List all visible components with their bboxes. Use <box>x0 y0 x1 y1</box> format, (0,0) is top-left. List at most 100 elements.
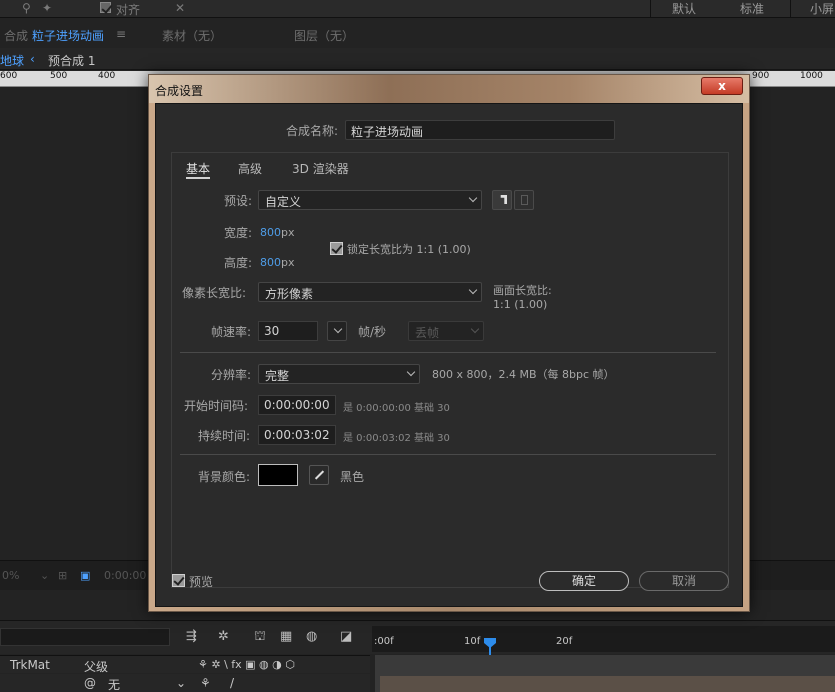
back-arrow-icon[interactable]: ‹ <box>30 52 35 66</box>
ok-button[interactable]: 确定 <box>539 571 629 591</box>
pixel-aspect-select[interactable]: 方形像素 <box>258 282 482 302</box>
duration-note: 是 0:00:03:02 基础 30 <box>343 433 450 444</box>
comp-name-input[interactable]: 粒子进场动画 <box>345 120 615 140</box>
fps-dropdown[interactable] <box>327 321 347 341</box>
motion-blur-icon[interactable]: ◍ <box>306 629 317 644</box>
panel-tab-bar: 合成 粒子进场动画 ≡ 素材（无） 图层（无） <box>0 22 835 46</box>
start-timecode-label: 开始时间码: <box>184 399 249 413</box>
layer-quality-switch-icon[interactable]: / <box>230 676 234 690</box>
parent-dropdown[interactable]: 无 <box>108 676 120 692</box>
tab-3d-renderer[interactable]: 3D 渲染器 <box>292 160 349 177</box>
comp-name-label: 合成名称: <box>286 124 339 138</box>
parent-pickwhip-icon[interactable]: @ <box>84 676 96 690</box>
ruler-label: 900 <box>752 71 770 81</box>
height-value[interactable]: 800 <box>260 256 281 269</box>
tab-layer[interactable]: 图层（无） <box>294 27 354 44</box>
shy-layers-icon[interactable]: ⛫ <box>254 629 266 646</box>
width-value[interactable]: 800 <box>260 226 281 239</box>
timeline-search-input[interactable] <box>0 628 170 646</box>
panel-menu-icon[interactable]: ≡ <box>116 27 126 41</box>
tab-advanced[interactable]: 高级 <box>238 160 262 177</box>
time-tick-label: 10f <box>464 636 481 647</box>
fps-unit: 帧/秒 <box>358 325 387 339</box>
width-label: 宽度: <box>224 226 253 240</box>
workspace-small-screen[interactable]: 小屏 <box>810 0 834 17</box>
frame-aspect-value: 1:1 (1.00) <box>493 298 548 311</box>
layer-duration-bar[interactable] <box>380 676 835 692</box>
comp-mini-flowchart-icon[interactable]: ⇶ <box>186 629 197 644</box>
snap-options-icon[interactable]: ✕ <box>175 1 185 15</box>
bg-color-label: 背景颜色: <box>198 470 251 484</box>
divider <box>180 454 716 455</box>
layer-shy-switch-icon[interactable]: ⚘ <box>200 676 211 690</box>
frame-blending-icon[interactable]: ▦ <box>280 629 292 644</box>
resolution-label: 分辨率: <box>211 368 252 382</box>
ruler-label: 500 <box>50 71 68 81</box>
preview-label: 预览 <box>189 575 214 589</box>
parent-header: 父级 <box>84 660 109 674</box>
chevron-down-icon <box>470 324 480 334</box>
save-preset-icon <box>498 195 507 204</box>
resolution-value: 完整 <box>265 369 290 383</box>
switches-header-icons: ⚘ ✲ \ fx ▣ ◍ ◑ ⬡ <box>198 658 295 671</box>
timeline-layer-row[interactable]: @ 无 ⌄ ⚘ / <box>0 674 370 692</box>
preview-checkbox[interactable] <box>172 574 185 587</box>
eyedropper-button[interactable] <box>309 465 329 485</box>
eyedropper-icon <box>314 470 325 480</box>
dialog-title: 合成设置 <box>155 84 204 98</box>
fps-input[interactable]: 30 <box>258 321 318 341</box>
timeline-time-ruler[interactable]: :00f 10f 20f <box>372 626 835 652</box>
chevron-down-icon <box>468 193 478 203</box>
snap-label: 对齐 <box>116 3 141 17</box>
cancel-button[interactable]: 取消 <box>639 571 729 591</box>
tab-basic[interactable]: 基本 <box>186 160 210 177</box>
zoom-dropdown-icon[interactable]: ⌄ <box>40 569 49 582</box>
zoom-level[interactable]: 0% <box>2 569 19 582</box>
time-tick-label: :00f <box>374 636 394 647</box>
height-unit: px <box>281 256 295 269</box>
trash-icon <box>521 195 528 205</box>
tab-footage[interactable]: 素材（无） <box>162 27 222 44</box>
tab-composition[interactable]: 粒子进场动画 <box>32 27 104 44</box>
parent-dropdown-caret-icon[interactable]: ⌄ <box>176 676 186 690</box>
pin-tool-icon[interactable]: ✦ <box>42 1 52 15</box>
active-tab-indicator <box>186 177 210 179</box>
start-timecode-input[interactable]: 0:00:00:00 <box>258 395 336 415</box>
graph-editor-icon[interactable]: ◪ <box>340 629 352 644</box>
frame-aspect-label: 画面长宽比: <box>493 284 552 297</box>
drop-frame-select: 丢帧 <box>408 321 484 341</box>
workspace-standard[interactable]: 标准 <box>740 0 764 17</box>
duration-input[interactable]: 0:00:03:02 <box>258 425 336 445</box>
preset-select[interactable]: 自定义 <box>258 190 482 210</box>
comp-navigator-bar: 地球 ‹ 预合成 1 <box>0 48 835 70</box>
chevron-down-icon <box>468 285 478 295</box>
ruler-label: 400 <box>98 71 116 81</box>
lock-aspect-checkbox[interactable] <box>330 242 343 255</box>
start-timecode-note: 是 0:00:00:00 基础 30 <box>343 403 450 414</box>
resolution-info: 800 x 800，2.4 MB（每 8bpc 帧） <box>432 368 615 381</box>
comp-nav-item-earth[interactable]: 地球 <box>0 52 24 69</box>
preset-label: 预设: <box>224 194 253 208</box>
resolution-select[interactable]: 完整 <box>258 364 420 384</box>
snap-checkbox[interactable] <box>100 2 111 13</box>
composition-settings-dialog: 合成设置 x 合成名称: 粒子进场动画 基本 高级 3D 渲染器 预设: 自定义… <box>148 74 750 612</box>
workspace-default[interactable]: 默认 <box>672 0 696 17</box>
timeline-column-header: TrkMat 父级 ⚘ ✲ \ fx ▣ ◍ ◑ ⬡ <box>0 655 370 674</box>
comp-nav-item-precomp[interactable]: 预合成 1 <box>48 52 95 69</box>
chevron-down-icon <box>406 367 416 377</box>
save-preset-button[interactable] <box>492 190 512 210</box>
divider <box>180 352 716 353</box>
bg-color-swatch[interactable] <box>258 464 298 486</box>
grid-icon[interactable]: ⊞ <box>58 569 67 582</box>
trkmat-header: TrkMat <box>10 658 50 672</box>
pixel-aspect-value: 方形像素 <box>265 287 314 301</box>
close-button[interactable]: x <box>701 77 743 95</box>
dialog-titlebar[interactable]: 合成设置 x <box>149 75 749 103</box>
draft-3d-icon[interactable]: ✲ <box>218 629 229 644</box>
comp-panel-prefix: 合成 <box>4 29 29 43</box>
pixel-aspect-label: 像素长宽比: <box>182 286 247 300</box>
viewer-timecode[interactable]: 0:00:00 <box>104 569 146 582</box>
region-icon[interactable]: ▣ <box>80 569 90 582</box>
puppet-tool-icon[interactable]: ⚲ <box>22 1 31 15</box>
delete-preset-button[interactable] <box>514 190 534 210</box>
